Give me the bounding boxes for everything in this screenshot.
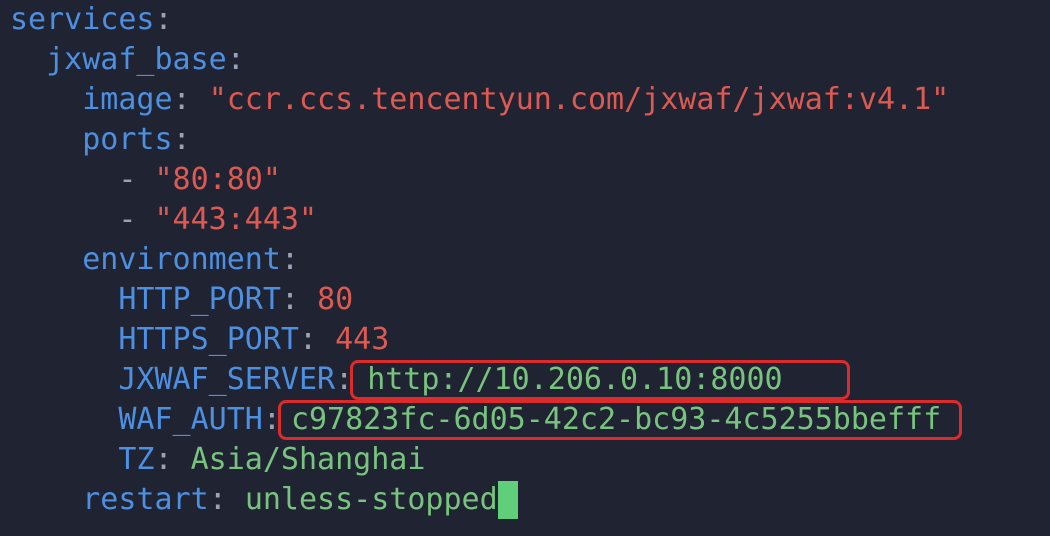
colon: : — [172, 122, 191, 157]
colon: : — [280, 282, 299, 317]
yaml-key-tz: TZ — [118, 442, 155, 477]
colon: : — [280, 242, 299, 277]
yaml-value-port-1: "80:80" — [154, 162, 281, 197]
yaml-key-https-port: HTTPS_PORT — [118, 322, 299, 357]
code-line-service-name: jxwaf_base: — [10, 40, 959, 80]
text-cursor — [497, 481, 518, 519]
yaml-value-image: "ccr.ccs.tencentyun.com/jxwaf/jxwaf:v4.1… — [208, 82, 950, 117]
code-line-image: image: "ccr.ccs.tencentyun.com/jxwaf/jxw… — [10, 80, 959, 120]
code-line-ports: ports: — [10, 120, 959, 160]
yaml-key-ports: ports — [82, 122, 173, 157]
colon: : — [226, 42, 245, 77]
highlight-box-auth: c97823fc-6d05-42c2-bc93-4c5255bbefff — [277, 400, 963, 440]
yaml-key-image: image — [82, 82, 173, 117]
colon: : — [154, 442, 173, 477]
colon: : — [299, 322, 318, 357]
colon: : — [154, 2, 173, 37]
yaml-code[interactable]: services: jxwaf_base: image: "ccr.ccs.te… — [10, 0, 963, 520]
code-line-http-port: HTTP_PORT: 80 — [10, 280, 959, 320]
yaml-key-waf-auth: WAF_AUTH — [118, 402, 263, 437]
code-line-jxwaf-server: JXWAF_SERVER: http://10.206.0.10:8000 — [10, 360, 959, 400]
yaml-value-restart: unless-stopped — [244, 482, 498, 517]
yaml-value-jxwaf-server: http://10.206.0.10:8000 — [367, 362, 783, 397]
yaml-key-environment: environment — [82, 242, 281, 277]
yaml-value-tz: Asia/Shanghai — [190, 442, 426, 477]
colon: : — [208, 482, 227, 517]
code-line-port-2: - "443:443" — [10, 200, 959, 240]
code-line-https-port: HTTPS_PORT: 443 — [10, 320, 959, 360]
code-editor[interactable]: services: jxwaf_base: image: "ccr.ccs.te… — [0, 0, 1050, 536]
yaml-value-port-2: "443:443" — [154, 202, 318, 237]
code-line-waf-auth: WAF_AUTH: c97823fc-6d05-42c2-bc93-4c5255b… — [10, 400, 963, 440]
yaml-value-http-port: 80 — [317, 282, 354, 317]
list-dash: - — [118, 162, 137, 197]
yaml-value-waf-auth: c97823fc-6d05-42c2-bc93-4c5255bbefff — [290, 402, 942, 437]
yaml-key-restart: restart — [82, 482, 209, 517]
code-line-port-1: - "80:80" — [10, 160, 959, 200]
yaml-key-service-name: jxwaf_base — [46, 42, 227, 77]
yaml-key-services: services — [10, 2, 155, 37]
code-line-services: services: — [10, 0, 959, 40]
colon: : — [335, 362, 354, 397]
yaml-value-https-port: 443 — [335, 322, 390, 357]
yaml-key-http-port: HTTP_PORT — [118, 282, 281, 317]
code-line-restart: restart: unless-stopped — [10, 480, 959, 520]
list-dash: - — [118, 202, 137, 237]
colon: : — [262, 402, 281, 437]
highlight-box-server: http://10.206.0.10:8000 — [350, 360, 850, 400]
code-line-tz: TZ: Asia/Shanghai — [10, 440, 959, 480]
code-line-environment: environment: — [10, 240, 959, 280]
colon: : — [172, 82, 191, 117]
yaml-key-jxwaf-server: JXWAF_SERVER — [118, 362, 336, 397]
